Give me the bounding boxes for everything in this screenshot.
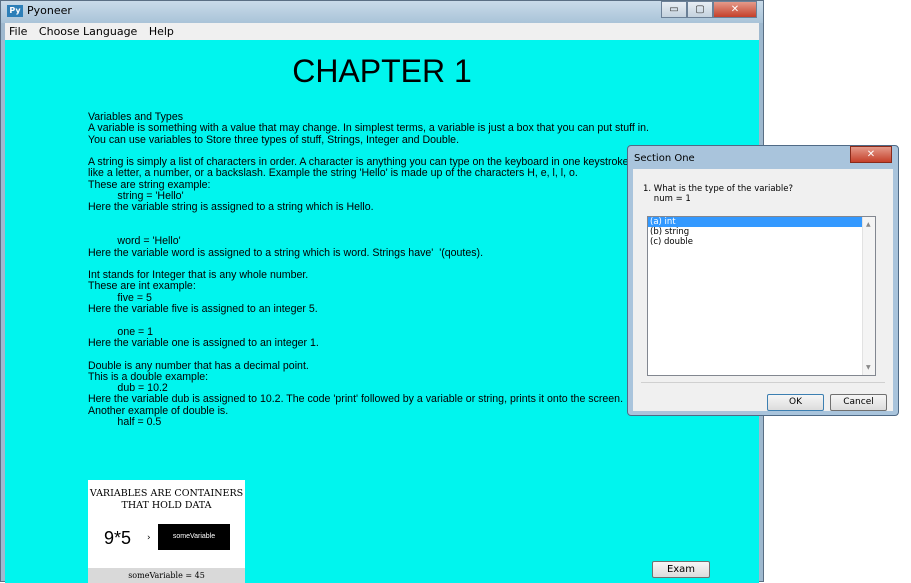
lesson-line: Here the variable one is assigned to an … [88, 336, 319, 349]
dialog-close-button[interactable]: ✕ [850, 146, 892, 163]
lesson-line: word = 'Hello' [88, 235, 181, 248]
listbox-scrollbar[interactable]: ▲ ▼ [862, 217, 875, 375]
maximize-button[interactable]: ▢ [687, 1, 713, 18]
scroll-down-icon[interactable]: ▼ [866, 364, 871, 371]
menu-help[interactable]: Help [145, 23, 178, 38]
scroll-up-icon[interactable]: ▲ [866, 221, 871, 228]
dialog-separator [641, 382, 885, 383]
illustration-footer: someVariable = 45 [88, 568, 245, 583]
chapter-title: CHAPTER 1 [292, 53, 472, 89]
menu-bar: File Choose Language Help [5, 23, 759, 40]
window-title: Pyoneer [27, 4, 72, 17]
lesson-line: Here the variable five is assigned to an… [88, 303, 318, 316]
caption-buttons: ▭ ▢ ✕ [661, 1, 757, 19]
illustration-caption: VARIABLES ARE CONTAINERS THAT HOLD DATA [89, 488, 244, 511]
answer-listbox[interactable]: (a) int (b) string (c) double ▲ ▼ [647, 216, 876, 376]
ok-button[interactable]: OK [767, 394, 824, 411]
dialog-title: Section One [634, 153, 695, 164]
lesson-line: Here the variable string is assigned to … [88, 201, 374, 214]
lesson-line: This is a double example: [88, 370, 209, 383]
illustration-expression: 9*5 [104, 528, 132, 548]
answer-option[interactable]: (b) string [648, 227, 864, 237]
close-button[interactable]: ✕ [713, 1, 757, 18]
lesson-line: A variable is something with a value tha… [88, 122, 649, 135]
arrow-icon: › [147, 533, 151, 543]
lesson-line: Another example of double is. [88, 404, 229, 417]
title-bar: Py Pyoneer ▭ ▢ ✕ [1, 1, 763, 23]
lesson-line: Here the variable word is assigned to a … [88, 246, 484, 259]
answer-option[interactable]: (a) int [648, 217, 864, 227]
cancel-button[interactable]: Cancel [830, 394, 887, 411]
illustration-variable-box: someVariable [158, 524, 230, 550]
minimize-button[interactable]: ▭ [661, 1, 687, 18]
lesson-line: half = 0.5 [88, 416, 162, 429]
dialog-body: 1. What is the type of the variable? num… [633, 169, 893, 411]
menu-file[interactable]: File [5, 23, 31, 38]
variables-illustration: VARIABLES ARE CONTAINERS THAT HOLD DATA … [88, 480, 245, 583]
answer-option[interactable]: (c) double [648, 237, 864, 247]
lesson-line [88, 315, 649, 326]
quiz-dialog: Section One ✕ 1. What is the type of the… [627, 145, 899, 416]
exam-button[interactable]: Exam [652, 561, 710, 578]
lesson-line: You can use variables to Store three typ… [88, 133, 460, 146]
menu-choose-language[interactable]: Choose Language [35, 23, 141, 38]
python-icon: Py [7, 5, 23, 17]
lesson-line [88, 214, 649, 225]
lesson-text: Variables and Types A variable is somethi… [88, 111, 649, 429]
lesson-line: These are int example: [88, 280, 196, 293]
question-text: 1. What is the type of the variable? num… [643, 184, 794, 204]
lesson-line [88, 349, 649, 360]
